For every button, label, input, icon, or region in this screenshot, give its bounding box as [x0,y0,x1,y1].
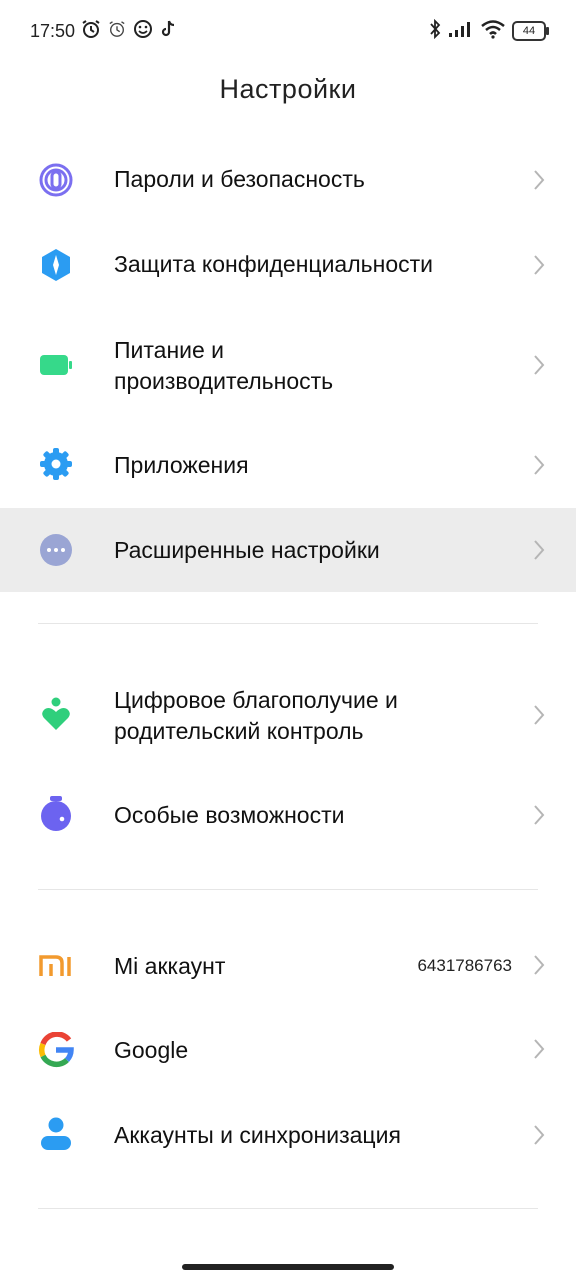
divider [38,889,538,890]
signal-icon [448,20,474,43]
user-account-icon [38,1116,74,1152]
chevron-right-icon [532,168,546,192]
mi-account-id: 6431786763 [417,956,512,975]
chevron-right-icon [532,703,546,727]
chevron-right-icon [532,353,546,377]
fingerprint-icon [38,162,74,198]
settings-item-label: Питание и производительность [114,337,334,394]
settings-item-label: Аккаунты и синхронизация [114,1122,401,1148]
chevron-right-icon [532,253,546,277]
tiktok-icon [158,18,180,40]
settings-item-label: Google [114,1037,189,1063]
privacy-shield-icon [38,247,74,283]
status-time: 17:50 [30,21,76,41]
settings-item-passwords-security[interactable]: Пароли и безопасность [0,140,576,222]
wifi-icon [480,19,506,44]
settings-item-apps[interactable]: Приложения [0,424,576,506]
settings-item-advanced[interactable]: Расширенные настройки [0,508,576,592]
chevron-right-icon [532,453,546,477]
settings-item-label: Особые возможности [114,802,345,828]
emoji-app-icon [132,18,154,40]
settings-item-mi-account[interactable]: Mi аккаунт 6431786763 [0,924,576,1008]
alarm-clock-icon [80,18,102,40]
settings-item-label: Приложения [114,452,249,478]
settings-item-label: Защита конфиденциальности [114,251,434,277]
chevron-right-icon [532,538,546,562]
settings-item-battery-performance[interactable]: Питание и производительность [0,310,576,420]
settings-item-privacy-protection[interactable]: Защита конфиденциальности [0,224,576,306]
alarm-clock-outline-icon [106,18,128,40]
chevron-right-icon [532,1123,546,1147]
settings-item-label: Цифровое благополучие и родительский кон… [114,687,398,744]
bluetooth-icon [428,18,442,44]
google-icon [38,1031,74,1068]
settings-item-google[interactable]: Google [0,1008,576,1092]
settings-item-accessibility[interactable]: Особые возможности [0,774,576,858]
wellbeing-icon [38,696,74,732]
more-dots-icon [38,532,74,568]
chevron-right-icon [532,953,546,977]
settings-item-accounts-sync[interactable]: Аккаунты и синхронизация [0,1094,576,1178]
settings-item-label: Mi аккаунт [114,953,226,979]
settings-item-digital-wellbeing[interactable]: Цифровое благополучие и родительский кон… [0,660,576,770]
battery-indicator: 44 [512,21,549,41]
chevron-right-icon [532,803,546,827]
accessibility-icon [38,795,74,831]
status-bar: 17:50 44 [0,0,576,64]
status-right-group: 44 [428,18,549,44]
settings-item-label: Пароли и безопасность [114,166,365,192]
divider [38,1208,538,1209]
home-indicator[interactable] [182,1264,394,1270]
chevron-right-icon [532,1037,546,1061]
mi-logo-icon [38,948,74,984]
apps-gear-icon [38,446,74,482]
divider [38,623,538,624]
battery-icon [38,347,74,383]
settings-item-label: Расширенные настройки [114,537,380,563]
page-title: Настройки [219,74,357,104]
